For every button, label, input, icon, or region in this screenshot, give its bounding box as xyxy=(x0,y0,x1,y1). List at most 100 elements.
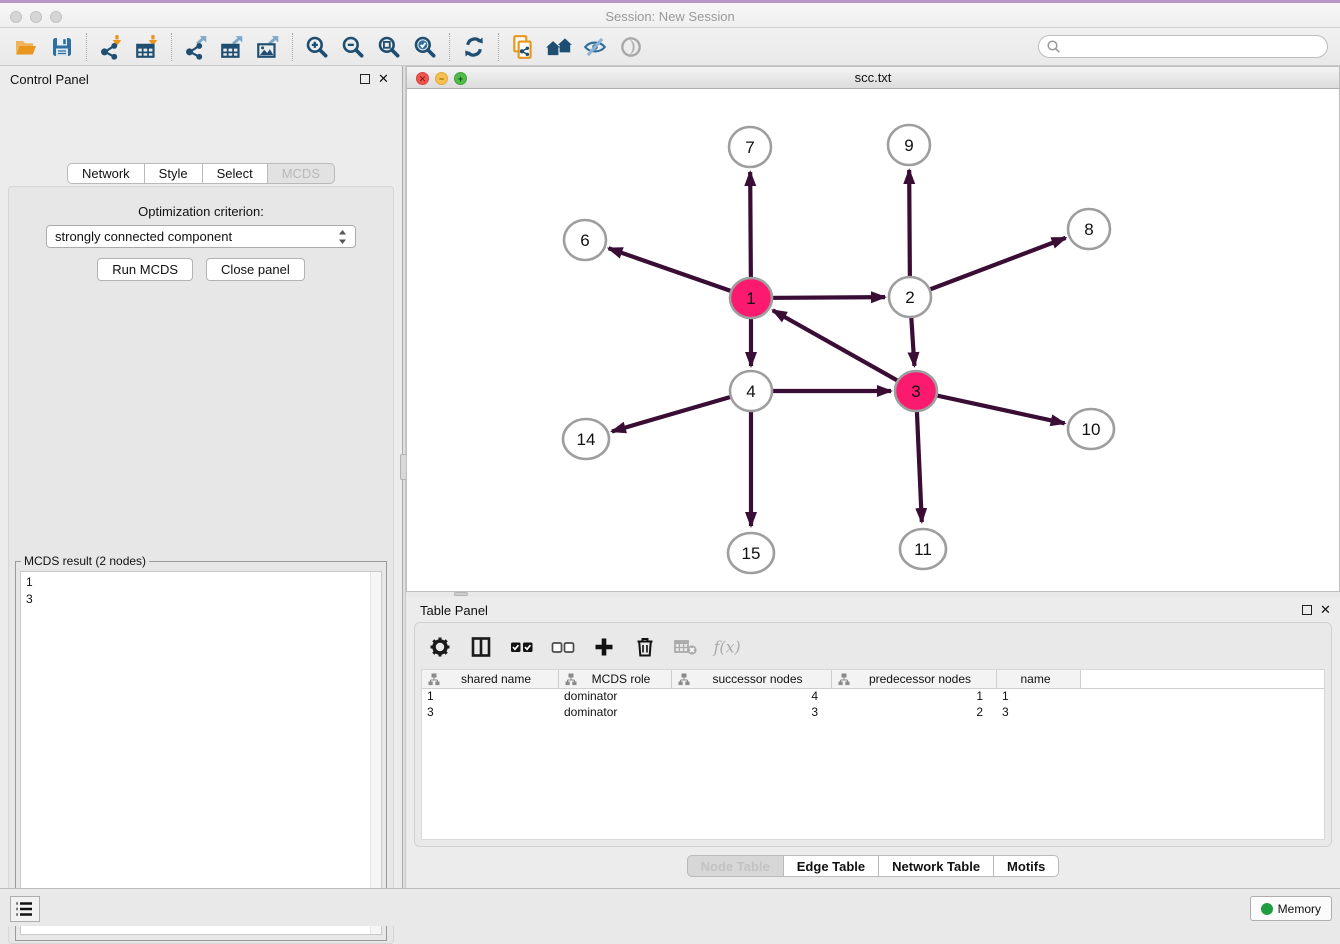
memory-label: Memory xyxy=(1278,902,1321,916)
edge-1-6[interactable] xyxy=(609,248,751,298)
import-network-button[interactable] xyxy=(93,31,129,63)
export-image-button[interactable] xyxy=(250,31,286,63)
delete-button[interactable] xyxy=(630,632,660,662)
export-table-button[interactable] xyxy=(214,31,250,63)
select-all-rows-button[interactable] xyxy=(507,632,537,662)
table-cell[interactable]: 3 xyxy=(422,705,559,721)
tab-motifs[interactable]: Motifs xyxy=(994,855,1059,877)
table-cell[interactable]: 1 xyxy=(832,689,997,705)
table-cell[interactable]: 3 xyxy=(672,705,832,721)
table-cell[interactable]: dominator xyxy=(559,705,672,721)
table-cell[interactable]: 3 xyxy=(997,705,1081,721)
node-10[interactable]: 10 xyxy=(1068,409,1114,449)
table-cell[interactable]: dominator xyxy=(559,689,672,705)
table-panel-close-button[interactable]: ✕ xyxy=(1320,602,1331,618)
import-network-icon xyxy=(98,34,124,60)
node-1[interactable]: 1 xyxy=(730,278,772,318)
table-panel-header: Table Panel ✕ xyxy=(406,597,1340,621)
node-6[interactable]: 6 xyxy=(564,220,606,260)
hide-selected-button[interactable] xyxy=(577,31,613,63)
svg-text:f(x): f(x) xyxy=(713,638,741,657)
network-title: scc.txt xyxy=(407,70,1339,85)
edge-3-10[interactable] xyxy=(916,391,1065,423)
node-9[interactable]: 9 xyxy=(888,125,930,165)
tab-style[interactable]: Style xyxy=(145,163,203,184)
add-button[interactable] xyxy=(589,632,619,662)
table-cell[interactable]: 1 xyxy=(997,689,1081,705)
node-15[interactable]: 15 xyxy=(728,533,774,573)
control-panel-close-button[interactable]: ✕ xyxy=(378,71,389,87)
network-table-splitter-grip[interactable] xyxy=(454,592,468,596)
home-button[interactable] xyxy=(541,31,577,63)
node-11[interactable]: 11 xyxy=(900,529,946,569)
open-session-button[interactable] xyxy=(8,31,44,63)
window-title: Session: New Session xyxy=(0,9,1340,24)
memory-button[interactable]: Memory xyxy=(1250,896,1332,921)
zoom-in-button[interactable] xyxy=(299,31,335,63)
zoom-out-icon xyxy=(340,34,366,60)
fx-icon: f(x) xyxy=(712,634,742,660)
houses-icon xyxy=(545,34,573,60)
export-network-button[interactable] xyxy=(178,31,214,63)
function-builder-button[interactable]: f(x) xyxy=(712,632,742,662)
table-cell[interactable]: 4 xyxy=(672,689,832,705)
node-2[interactable]: 2 xyxy=(889,277,931,317)
import-table-button[interactable] xyxy=(129,31,165,63)
control-panel-float-button[interactable] xyxy=(360,74,370,84)
column-header-MCDS-role[interactable]: MCDS role xyxy=(559,670,672,688)
table-row[interactable]: 1dominator411 xyxy=(422,689,1324,705)
edge-3-1[interactable] xyxy=(773,310,916,391)
edge-2-8[interactable] xyxy=(910,238,1066,297)
optimization-criterion-label: Optimization criterion: xyxy=(9,204,393,219)
table-cell[interactable]: 1 xyxy=(422,689,559,705)
close-panel-button[interactable]: Close panel xyxy=(206,258,305,281)
column-header-predecessor-nodes[interactable]: predecessor nodes xyxy=(832,670,997,688)
new-network-from-selection-button[interactable] xyxy=(505,31,541,63)
criterion-select[interactable]: strongly connected component xyxy=(46,225,356,248)
select-arrows-icon xyxy=(338,229,347,245)
search-field[interactable] xyxy=(1038,35,1328,58)
column-header-label: predecessor nodes xyxy=(850,672,996,686)
eye-disabled-icon xyxy=(618,34,644,60)
table-cell[interactable]: 2 xyxy=(832,705,997,721)
import-table-icon xyxy=(134,34,160,60)
refresh-button[interactable] xyxy=(456,31,492,63)
result-scrollbar[interactable] xyxy=(370,572,381,934)
zoom-out-button[interactable] xyxy=(335,31,371,63)
node-label: 7 xyxy=(745,138,754,157)
table-settings-button[interactable] xyxy=(425,632,455,662)
copy-network-icon xyxy=(510,34,536,60)
mcds-result-textarea[interactable]: 1 3 xyxy=(20,571,382,935)
table-row[interactable]: 3dominator323 xyxy=(422,705,1324,721)
save-session-button[interactable] xyxy=(44,31,80,63)
node-14[interactable]: 14 xyxy=(563,419,609,459)
task-history-button[interactable] xyxy=(10,896,40,922)
node-label: 10 xyxy=(1082,420,1101,439)
search-input[interactable] xyxy=(1065,38,1327,56)
network-canvas[interactable]: 7 9 6 8 1 2 4 3 14 10 15 11 xyxy=(407,89,1339,591)
run-mcds-button[interactable]: Run MCDS xyxy=(97,258,193,281)
column-header-successor-nodes[interactable]: successor nodes xyxy=(672,670,832,688)
deselect-all-rows-button[interactable] xyxy=(548,632,578,662)
tab-node-table[interactable]: Node Table xyxy=(687,855,784,877)
show-all-button[interactable] xyxy=(613,31,649,63)
node-7[interactable]: 7 xyxy=(729,127,771,167)
node-3[interactable]: 3 xyxy=(895,371,937,411)
table-panel: Table Panel ✕ f(x) shared nameMCDS roles… xyxy=(406,597,1340,888)
table-panel-float-button[interactable] xyxy=(1302,605,1312,615)
node-8[interactable]: 8 xyxy=(1068,209,1110,249)
show-columns-button[interactable] xyxy=(466,632,496,662)
tab-select[interactable]: Select xyxy=(203,163,268,184)
tab-network-table[interactable]: Network Table xyxy=(879,855,994,877)
zoom-selected-button[interactable] xyxy=(407,31,443,63)
delete-table-button[interactable] xyxy=(671,632,701,662)
node-label: 15 xyxy=(742,544,761,563)
zoom-fit-button[interactable] xyxy=(371,31,407,63)
column-header-shared-name[interactable]: shared name xyxy=(422,670,559,688)
toolbar-separator xyxy=(498,33,499,61)
node-4[interactable]: 4 xyxy=(730,371,772,411)
tab-mcds[interactable]: MCDS xyxy=(268,163,335,184)
tab-network[interactable]: Network xyxy=(67,163,145,184)
tab-edge-table[interactable]: Edge Table xyxy=(784,855,879,877)
column-header-name[interactable]: name xyxy=(997,670,1081,688)
